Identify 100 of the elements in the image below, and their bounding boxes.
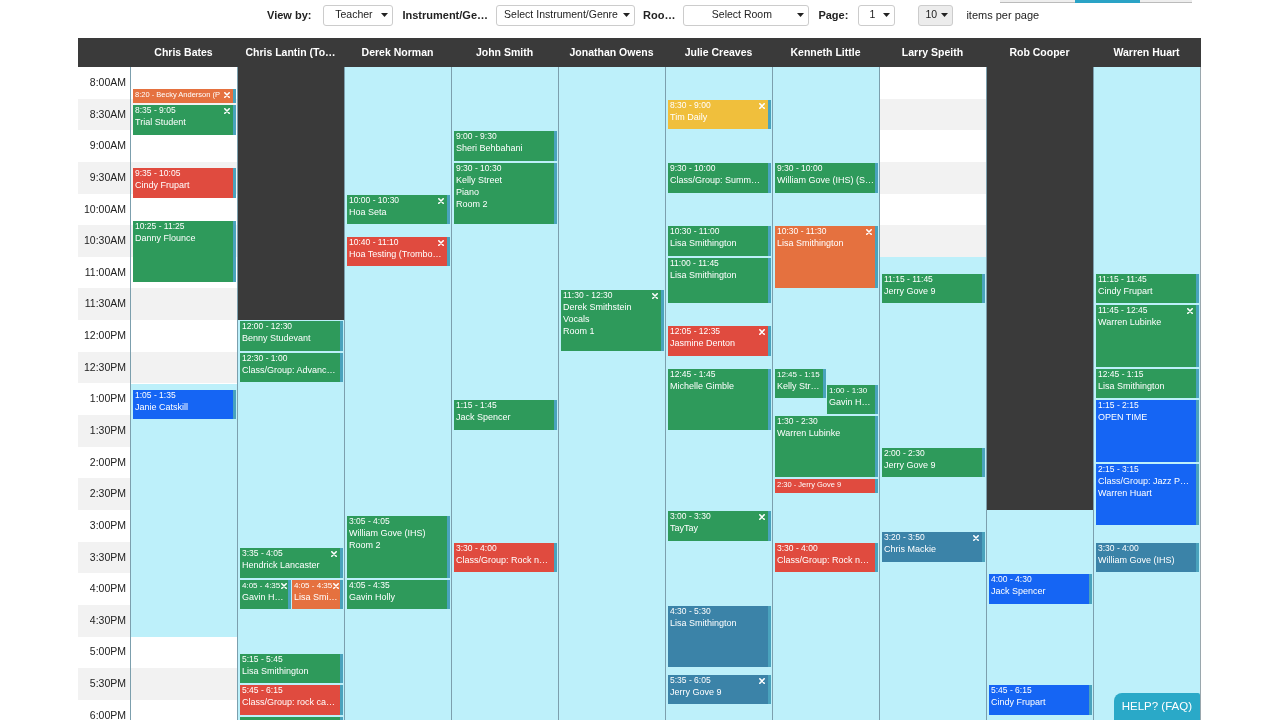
lesson-block[interactable]: 1:15 - 2:15 OPEN TIME [1096, 400, 1199, 462]
close-icon[interactable] [224, 107, 230, 114]
lesson-block[interactable]: 12:45 - 1:15 Lisa Smithington [1096, 368, 1199, 399]
event-time: 9:30 - 10:00 [777, 162, 823, 174]
caret-down-icon [941, 13, 949, 17]
lesson-block[interactable]: 3:30 - 4:00 Class/Group: Rock n… [775, 542, 878, 573]
lesson-block[interactable]: 8:35 - 9:05 Trial Student [133, 104, 236, 135]
lesson-block[interactable]: 4:05 - 4:35 Gavin H… [240, 579, 291, 610]
event-time: 4:05 - 4:35 [242, 579, 281, 591]
lesson-block[interactable]: 2:15 - 3:15 Class/Group: Jazz P… Warren Huart [1096, 463, 1199, 525]
event-time: 8:30 - 9:00 [670, 99, 711, 111]
lesson-block[interactable]: 12:30 - 1:00 Class/Group: Advanc… [240, 352, 343, 383]
column-header: Julie Creaves [684, 44, 753, 60]
lesson-block[interactable]: 3:05 - 4:05 William Gove (IHS) Room 2 [347, 516, 450, 578]
lesson-block[interactable]: 9:35 - 10:05 Cindy Frupart [133, 168, 236, 198]
event-time: 10:25 - 11:25 [135, 220, 185, 232]
lesson-block[interactable]: 11:30 - 12:30 Derek Smithstein Vocals Room 1 [561, 289, 664, 351]
event-name: Hendrick Lancaster [242, 559, 320, 571]
dropdown[interactable]: 1 [858, 4, 896, 26]
event-name: Gavin Holly [349, 590, 395, 603]
close-icon[interactable] [759, 514, 765, 521]
lesson-block[interactable]: 4:30 - 5:30 Lisa Smithington [668, 606, 771, 668]
event-time: 11:15 - 11:45 [1098, 273, 1147, 285]
close-icon[interactable] [333, 582, 339, 589]
lesson-block[interactable]: 1:30 - 2:30 Warren Lubinke [775, 416, 878, 478]
event-time: 1:30 - 2:30 [777, 416, 818, 428]
lesson-block[interactable]: 9:00 - 9:30 Sheri Behbahani [454, 131, 557, 161]
lesson-block[interactable]: 12:45 - 1:15 Kelly Str… [775, 368, 826, 399]
lesson-block[interactable]: 5:45 - 6:15 Class/Group: rock ca… [240, 685, 343, 715]
close-icon[interactable] [652, 292, 658, 299]
lesson-block[interactable]: 10:40 - 11:10 Hoa Testing (Trombo… [347, 236, 450, 267]
time-label: 9:30AM [89, 169, 126, 185]
event-time: 2:15 - 3:15 [1098, 463, 1139, 475]
dropdown[interactable]: 10 [918, 4, 954, 26]
lesson-block[interactable]: 12:45 - 1:45 Michelle Gimble [668, 368, 771, 430]
event-name: Cindy Frupart [1098, 284, 1153, 297]
lesson-block[interactable]: 10:30 - 11:30 Lisa Smithington [775, 226, 878, 288]
column-header: Rob Cooper [1009, 44, 1070, 60]
lesson-block[interactable]: 12:00 - 12:30 Benny Studevant [240, 321, 343, 351]
lesson-block[interactable]: 4:00 - 4:30 Jack Spencer [989, 574, 1092, 605]
time-label: 2:30PM [89, 486, 126, 502]
dropdown[interactable]: Teacher [323, 4, 394, 26]
time-label: 5:00PM [89, 644, 126, 660]
close-icon[interactable] [224, 92, 230, 99]
lesson-block[interactable]: 10:30 - 11:00 Lisa Smithington [668, 226, 771, 256]
lesson-block[interactable]: 3:30 - 4:00 William Gove (IHS) [1096, 542, 1199, 573]
close-icon[interactable] [866, 229, 872, 236]
lesson-block[interactable]: 11:45 - 12:45 Warren Lubinke [1096, 305, 1199, 367]
close-icon[interactable] [331, 551, 337, 557]
close-icon[interactable] [438, 197, 444, 204]
lesson-block[interactable]: 10:00 - 10:30 Hoa Seta [347, 194, 450, 225]
event-name: Class/Group: rock ca… [242, 696, 336, 709]
event-time: 10:30 - 11:00 [670, 226, 720, 238]
lesson-block[interactable]: 11:15 - 11:45 Jerry Gove 9 [882, 273, 985, 304]
event-name: Warren Lubinke [777, 427, 841, 440]
lesson-block[interactable]: 1:15 - 1:45 Jack Spencer [454, 400, 557, 430]
time-label: 12:30PM [83, 359, 126, 375]
lesson-block[interactable]: 3:35 - 4:05 Hendrick Lancaster [240, 548, 343, 578]
lesson-block[interactable]: 5:35 - 6:05 Jerry Gove 9 [668, 674, 771, 705]
event-name: Kelly Street [456, 173, 503, 186]
close-icon[interactable] [438, 239, 444, 246]
close-icon[interactable] [973, 535, 979, 542]
dropdown[interactable]: Select Instrument/Genre [496, 4, 635, 26]
close-icon[interactable] [1187, 308, 1193, 315]
lesson-block[interactable]: 5:15 - 5:45 Lisa Smithington [240, 653, 343, 684]
event-name: William Gove (IHS) [1098, 553, 1175, 566]
lesson-block[interactable]: 11:00 - 11:45 Lisa Smithington [668, 257, 771, 304]
lesson-block[interactable]: 10:25 - 11:25 Danny Flounce [133, 220, 236, 283]
lesson-block[interactable]: 4:05 - 4:35 Gavin Holly [347, 579, 450, 610]
close-icon[interactable] [759, 677, 765, 684]
dropdown[interactable]: Select Room [683, 4, 810, 26]
items-per-page-label: items per page [966, 7, 1040, 23]
lesson-block[interactable]: 4:05 - 4:35 Lisa Smi… [292, 579, 343, 610]
close-icon[interactable] [281, 582, 287, 589]
lesson-block[interactable]: 3:20 - 3:50 Chris Mackie [882, 532, 985, 562]
event-name: Janie Catskill [135, 400, 189, 413]
lesson-block[interactable]: 1:05 - 1:35 Janie Catskill [133, 389, 236, 420]
lesson-block[interactable]: 9:30 - 10:30 Kelly Street Piano Room 2 [454, 162, 557, 225]
lesson-block[interactable]: 9:30 - 10:00 William Gove (IHS) (S… [775, 162, 878, 193]
event-name: William Gove (IHS) [349, 527, 426, 540]
lesson-block[interactable]: 1:00 - 1:30 Gavin H… [827, 384, 878, 415]
lesson-block[interactable]: 2:00 - 2:30 Jerry Gove 9 [882, 447, 985, 478]
lesson-block[interactable]: 3:00 - 3:30 TayTay [668, 511, 771, 541]
close-icon[interactable] [759, 329, 765, 336]
lesson-block[interactable]: 5:45 - 6:15 Cindy Frupart [989, 685, 1092, 715]
column-header: Chris Lantin (To… [245, 44, 336, 60]
lesson-block[interactable]: 11:15 - 11:45 Cindy Frupart [1096, 273, 1199, 304]
event-detail: Room 2 [349, 539, 381, 552]
event-detail: Room 2 [456, 197, 488, 210]
event-name: Hoa Testing (Trombo… [349, 247, 442, 260]
event-detail: Vocals [563, 312, 590, 325]
event-time: 11:30 - 12:30 [563, 289, 613, 301]
lesson-block[interactable]: 12:05 - 12:35 Jasmine Denton [668, 326, 771, 357]
event-name: Jerry Gove 9 [670, 685, 722, 698]
event-time: 12:45 - 1:15 [777, 368, 820, 380]
help-button[interactable]: HELP? (FAQ) [1113, 693, 1200, 720]
lesson-block[interactable]: 3:30 - 4:00 Class/Group: Rock n… [454, 542, 557, 573]
event-time: 10:40 - 11:10 [349, 236, 399, 248]
lesson-block[interactable]: 9:30 - 10:00 Class/Group: Summ… [668, 162, 771, 193]
event-time: 3:05 - 4:05 [349, 516, 390, 528]
